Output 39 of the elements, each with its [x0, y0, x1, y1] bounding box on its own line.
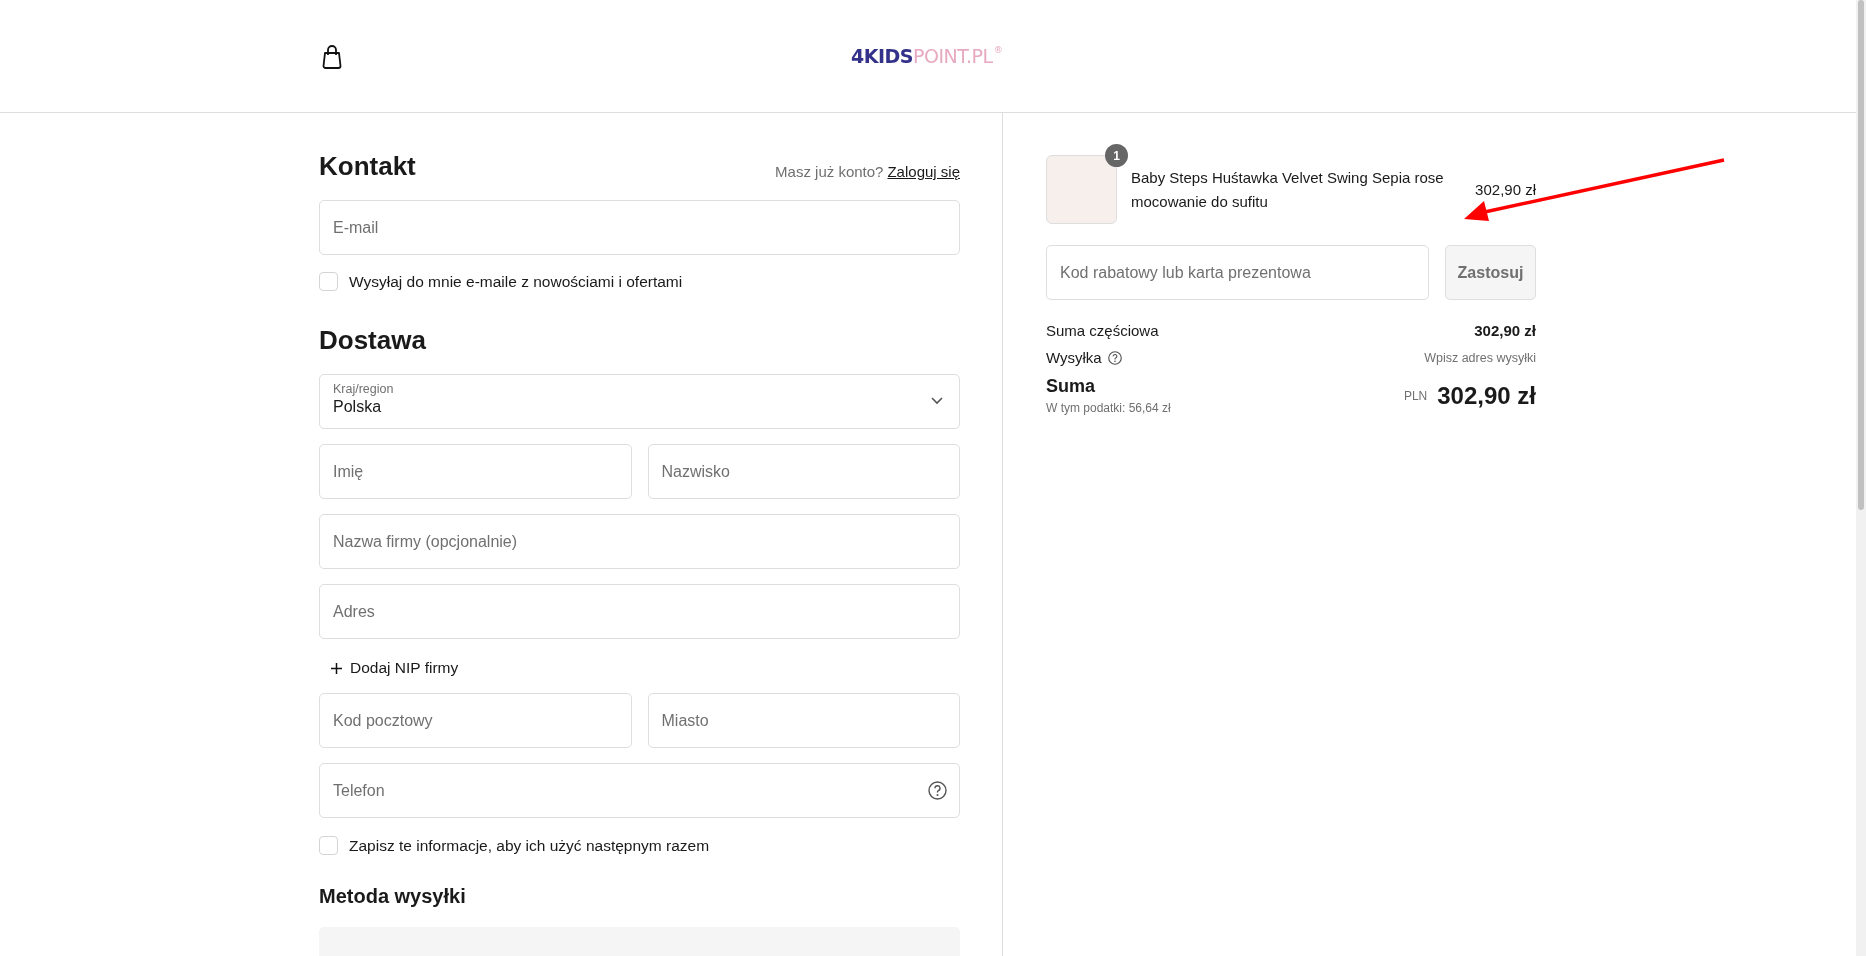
summary-value: 302,90 zł: [1474, 322, 1536, 339]
summary-value: Wpisz adres wysyłki: [1424, 350, 1536, 365]
text-field[interactable]: Adres: [319, 584, 960, 639]
scrollbar[interactable]: [1856, 0, 1866, 956]
chevron-down-icon: [931, 397, 943, 405]
checkbox-label: Zapisz te informacje, aby ich użyć następnym razem: [349, 836, 710, 855]
apply-button[interactable]: Zastosuj: [1445, 245, 1536, 300]
plus-icon: [331, 662, 342, 674]
quantity-badge: 1: [1105, 144, 1128, 167]
discount-code-field[interactable]: Kod rabatowy lub karta prezentowa: [1046, 245, 1429, 300]
checkbox-label: Wysyłaj do mnie e-maile z nowościami i ofertami: [349, 272, 683, 291]
text-field[interactable]: Imię: [319, 444, 632, 499]
help-icon[interactable]: [928, 781, 947, 800]
currency-code: PLN: [1403, 389, 1428, 403]
country-select[interactable]: Kraj/region Polska: [319, 374, 960, 429]
text-field[interactable]: Kod pocztowy: [319, 693, 632, 748]
summary-label: Wysyłka: [1046, 349, 1102, 366]
shopping-bag-icon[interactable]: [322, 45, 342, 69]
phone-field[interactable]: Telefon: [319, 763, 960, 818]
login-prompt: Masz już konto?: [775, 163, 884, 180]
summary-label: Suma częściowa: [1046, 322, 1159, 339]
section-heading: Dostawa: [319, 325, 427, 356]
checkbox[interactable]: [319, 836, 338, 855]
product-title: Baby Steps Huśtawka Velvet Swing Sepia rose mocowanie do sufitu: [1131, 167, 1445, 212]
section-heading: Kontakt: [319, 151, 416, 182]
email-field[interactable]: E-mail: [319, 200, 960, 255]
text-field[interactable]: Miasto: [647, 693, 960, 748]
product-price: 302,90 zł: [1475, 181, 1536, 198]
total-amount: 302,90 zł: [1437, 382, 1536, 410]
text-field[interactable]: Nazwa firmy (opcjonalnie): [319, 514, 960, 569]
login-link[interactable]: Zaloguj się: [887, 163, 960, 180]
text-field[interactable]: Nazwisko: [647, 444, 960, 499]
tax-note: W tym podatki: 56,64 zł: [1046, 401, 1171, 415]
section-heading: Metoda wysyłki: [319, 885, 467, 908]
checkbox[interactable]: [319, 272, 338, 291]
total-label: Suma: [1046, 376, 1097, 397]
add-tax-id-link[interactable]: Dodaj NIP firmy: [350, 659, 459, 677]
store-logo[interactable]: 4KIDSPOINT.PL®: [851, 45, 1003, 67]
help-icon[interactable]: [1107, 350, 1122, 365]
